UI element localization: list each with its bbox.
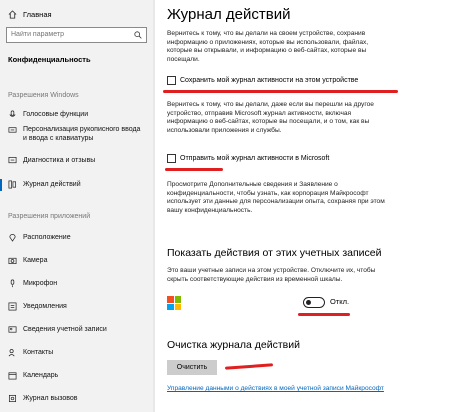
microsoft-logo-icon [167, 296, 181, 310]
clear-history-heading: Очистка журнала действий [167, 339, 300, 351]
sidebar-item-notifications[interactable]: Уведомления [8, 302, 67, 311]
sidebar-item-activity-history[interactable]: Журнал действий [8, 180, 81, 189]
sidebar-item-speech[interactable]: Голосовые функции [8, 110, 88, 119]
main-content: Журнал действий Вернитесь к тому, что вы… [153, 0, 474, 412]
sidebar-category-title: Конфиденциальность [8, 55, 91, 64]
call-history-icon [8, 394, 17, 403]
sidebar-item-label: Журнал действий [23, 181, 81, 188]
search-icon[interactable] [134, 31, 142, 39]
sidebar-item-call-history[interactable]: Журнал вызовов [8, 394, 78, 403]
privacy-description: Просмотрите Дополнительные сведения и За… [167, 181, 385, 214]
store-history-checkbox-row[interactable]: Сохранить мой журнал активности на этом … [167, 76, 358, 85]
sidebar: Главная Конфиденциальность Разрешения Wi… [0, 0, 153, 412]
sidebar-item-label: Диагностика и отзывы [23, 157, 96, 164]
annotation-underline [165, 168, 223, 171]
notifications-icon [8, 302, 17, 311]
toggle-knob [306, 299, 311, 305]
sidebar-item-diagnostics[interactable]: Диагностика и отзывы [8, 156, 95, 165]
sidebar-item-contacts[interactable]: Контакты [8, 348, 53, 357]
annotation-underline [224, 363, 274, 370]
sidebar-item-label: Уведомления [23, 303, 67, 310]
section-windows-permissions: Разрешения Windows [8, 92, 79, 99]
sidebar-item-label: Расположение [23, 234, 71, 241]
search-input[interactable] [11, 31, 129, 38]
annotation-underline [163, 90, 398, 93]
activity-description: Вернитесь к тому, что вы делали на своем… [167, 30, 369, 63]
sidebar-item-account-info[interactable]: Сведения учетной записи [8, 325, 107, 334]
active-indicator [0, 179, 2, 191]
accounts-description: Это ваши учетные записи на этом устройст… [167, 267, 376, 283]
camera-icon [8, 257, 17, 265]
section-app-permissions: Разрешения приложений [8, 213, 91, 220]
calendar-icon [8, 372, 17, 380]
sidebar-item-label: Журнал вызовов [23, 395, 78, 402]
accounts-heading: Показать действия от этих учетных записе… [167, 247, 382, 259]
feedback-icon [8, 156, 17, 164]
account-info-icon [8, 326, 17, 333]
sidebar-item-camera[interactable]: Камера [8, 256, 47, 265]
sidebar-item-label: Контакты [23, 349, 54, 356]
sidebar-item-location[interactable]: Расположение [8, 233, 71, 242]
manage-activity-link[interactable]: Управление данными о действиях в моей уч… [167, 385, 387, 394]
account-row [167, 296, 181, 310]
sidebar-item-home[interactable]: Главная [8, 10, 52, 19]
sidebar-item-microphone[interactable]: Микрофон [8, 279, 57, 288]
send-history-label: Отправить мой журнал активности в Micros… [180, 155, 330, 162]
account-toggle[interactable] [303, 297, 325, 308]
sidebar-home-label: Главная [23, 10, 52, 19]
send-history-checkbox-row[interactable]: Отправить мой журнал активности в Micros… [167, 154, 329, 163]
sidebar-item-label: Календарь [23, 372, 59, 379]
toggle-state-label: Откл. [330, 297, 350, 306]
sidebar-item-inking[interactable]: Персонализация рукописного ввода и ввода… [8, 125, 143, 143]
home-icon [8, 10, 17, 19]
send-history-description: Вернитесь к тому, что вы делали, даже ес… [167, 101, 374, 134]
sidebar-item-label: Персонализация рукописного ввода и ввода… [23, 126, 141, 142]
send-history-checkbox[interactable] [167, 154, 176, 163]
sidebar-item-label: Сведения учетной записи [23, 326, 107, 333]
annotation-underline [298, 313, 350, 316]
microphone-wave-icon [9, 110, 16, 117]
sidebar-item-label: Голосовые функции [23, 111, 89, 118]
activity-history-icon [8, 180, 17, 189]
microphone-icon [10, 279, 15, 288]
page-title: Журнал действий [167, 6, 291, 23]
contacts-icon [8, 349, 15, 357]
clear-button[interactable]: Очистить [167, 360, 217, 375]
store-history-checkbox[interactable] [167, 76, 176, 85]
store-history-label: Сохранить мой журнал активности на этом … [180, 77, 359, 84]
sidebar-item-label: Камера [23, 257, 48, 264]
location-icon [9, 234, 16, 242]
search-field[interactable] [6, 27, 147, 43]
sidebar-item-calendar[interactable]: Календарь [8, 371, 58, 380]
sidebar-item-label: Микрофон [23, 280, 58, 287]
pen-keyboard-icon [8, 127, 17, 133]
